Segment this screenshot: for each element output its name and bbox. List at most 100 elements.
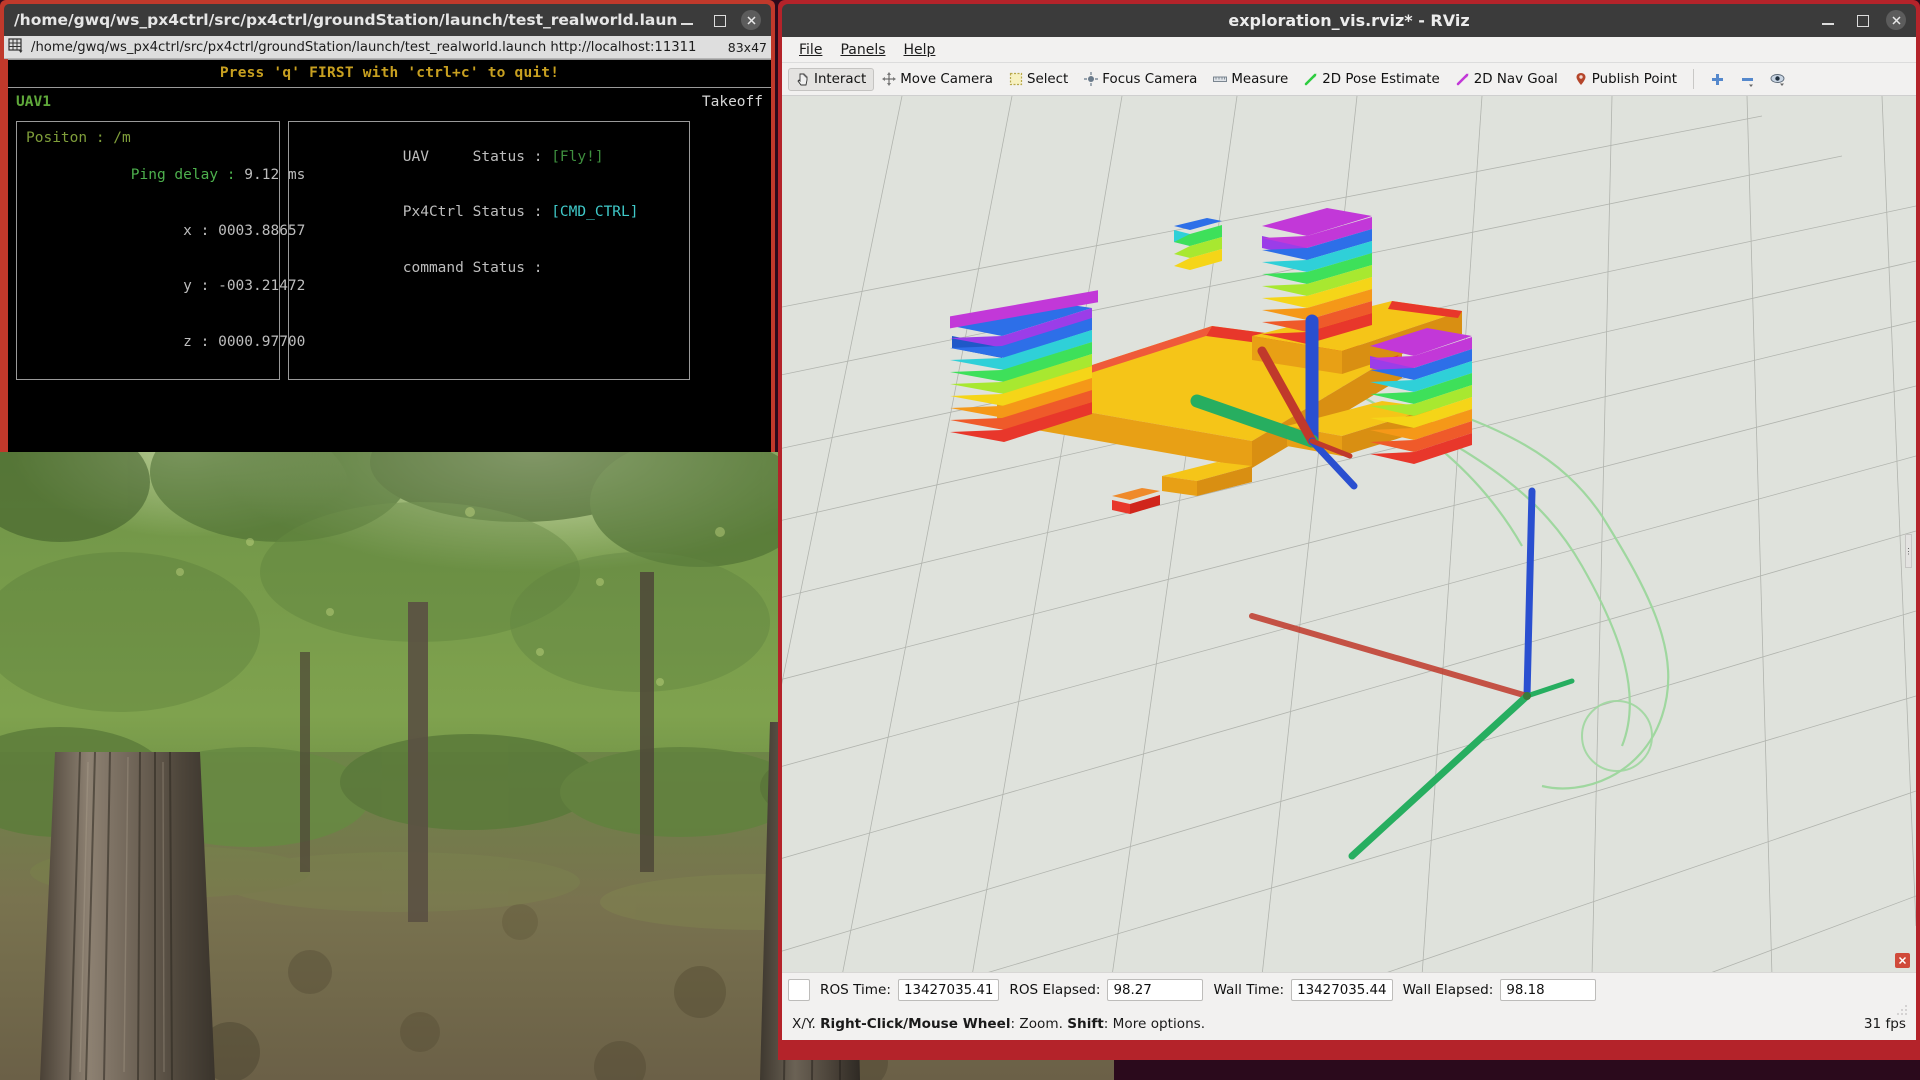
pos-z-label: z : (183, 334, 210, 351)
uav-status-label: UAV Status : (402, 148, 543, 165)
minus-icon (1740, 72, 1754, 87)
rviz-minimize-button[interactable] (1818, 10, 1838, 30)
pos-x-label: x : (183, 222, 210, 239)
position-label: Positon : /m (26, 130, 131, 146)
terminal-tabbar[interactable]: /home/gwq/ws_px4ctrl/src/px4ctrl/groundS… (4, 36, 771, 59)
terminal-body[interactable]: Press 'q' FIRST with 'ctrl+c' to quit! U… (8, 59, 771, 455)
wall-elapsed-field[interactable]: 98.18 (1500, 979, 1597, 1001)
menu-file-label: File (799, 41, 823, 58)
rviz-toolbar: Interact Move Camera Select Focus Camera (782, 63, 1916, 96)
ping-value: 9.12 (244, 167, 280, 184)
px4ctrl-status-label: Px4Ctrl Status : (402, 204, 543, 221)
hint-suffix: : More options. (1103, 1015, 1206, 1032)
status-panel: UAV Status : [Fly!] Px4Ctrl Status : [CM… (288, 121, 690, 381)
plus-icon (1710, 72, 1724, 86)
rviz-titlebar[interactable]: exploration_vis.rviz* - RViz (782, 4, 1916, 37)
pos-y-row: y : -003.21472 (26, 259, 305, 315)
terminal-title: /home/gwq/ws_px4ctrl/src/px4ctrl/groundS… (14, 11, 677, 29)
hint-bold-rightclick: Right-Click/Mouse Wheel (820, 1015, 1011, 1032)
wall-time-field[interactable]: 13427035.44 (1291, 979, 1393, 1001)
rviz-3d-viewport[interactable]: ⋮ (782, 96, 1916, 972)
command-status-label: command Status : (402, 259, 543, 276)
ros-elapsed-field[interactable]: 98.27 (1107, 979, 1204, 1001)
screen-root: /home/gwq/ws_px4ctrl/src/px4ctrl/groundS… (0, 0, 1920, 1080)
pos-y-label: y : (183, 278, 210, 295)
tool-move-camera[interactable]: Move Camera (874, 68, 1001, 91)
tool-select[interactable]: Select (1001, 68, 1076, 91)
terminal-maximize-button[interactable] (709, 10, 729, 30)
terminal-close-button[interactable] (741, 10, 761, 30)
fps-counter: 31 fps (1863, 1015, 1906, 1032)
wall-time-label: Wall Time: (1213, 982, 1285, 998)
tool-focus-camera-label: Focus Camera (1102, 71, 1198, 87)
rviz-time-status-bar: ROS Time: 13427035.41 ROS Elapsed: 98.27… (782, 972, 1916, 1007)
rviz-window: exploration_vis.rviz* - RViz File Panels… (778, 0, 1920, 1060)
hint-bold-shift: Shift (1067, 1015, 1104, 1032)
terminal-banner: Press 'q' FIRST with 'ctrl+c' to quit! (219, 65, 560, 82)
time-panel-left-spacer[interactable] (788, 979, 810, 1001)
eye-icon (1770, 72, 1785, 86)
menu-help[interactable]: Help (895, 40, 945, 60)
ping-label: Ping delay : (130, 167, 236, 184)
pos-x-row: x : 0003.88657 (26, 203, 305, 259)
ros-time-field[interactable]: 13427035.41 (897, 979, 1000, 1001)
tool-publish-point[interactable]: Publish Point (1566, 68, 1685, 91)
select-rect-icon (1009, 72, 1023, 86)
tool-2d-nav-goal[interactable]: 2D Nav Goal (1448, 68, 1566, 91)
toolbar-separator (1693, 69, 1694, 89)
rviz-title: exploration_vis.rviz* - RViz (1228, 11, 1470, 30)
tool-measure-label: Measure (1231, 71, 1289, 87)
position-panel: Positon : /m Ping delay : 9.12 ms x : 00… (16, 121, 306, 381)
terminal-tab-icon (8, 38, 28, 56)
command-status-row: command Status : (298, 240, 680, 296)
pos-z-row: z : 0000.97700 (26, 314, 305, 370)
menu-file[interactable]: File (790, 40, 831, 60)
hint-prefix: X/Y. (792, 1015, 821, 1032)
tool-move-camera-label: Move Camera (900, 71, 993, 87)
terminal-minimize-button[interactable] (677, 10, 697, 30)
rviz-maximize-button[interactable] (1852, 10, 1872, 30)
close-icon (1898, 956, 1907, 965)
tool-publish-point-label: Publish Point (1591, 71, 1677, 87)
terminal-window: /home/gwq/ws_px4ctrl/src/px4ctrl/groundS… (0, 0, 775, 455)
uav-mode-label: Takeoff (701, 93, 763, 110)
wall-elapsed-label: Wall Elapsed: (1402, 982, 1494, 998)
rviz-scene (782, 96, 1916, 972)
terminal-uav-header: UAV1 Takeoff (8, 88, 771, 116)
tool-2d-nav-goal-label: 2D Nav Goal (1473, 71, 1558, 87)
pose-estimate-arrow-icon (1304, 72, 1318, 86)
terminal-titlebar[interactable]: /home/gwq/ws_px4ctrl/src/px4ctrl/groundS… (4, 4, 771, 36)
close-icon (1891, 15, 1901, 25)
tool-measure[interactable]: Measure (1205, 68, 1296, 91)
terminal-tab-label: /home/gwq/ws_px4ctrl/src/px4ctrl/groundS… (31, 39, 697, 55)
tool-2d-pose-estimate[interactable]: 2D Pose Estimate (1296, 68, 1448, 91)
tool-focus-camera[interactable]: Focus Camera (1076, 68, 1205, 91)
move-camera-icon (882, 72, 897, 86)
rviz-menubar: File Panels Help (782, 37, 1916, 63)
viewport-resize-handle[interactable]: ⋮ (1905, 534, 1913, 568)
viewport-close-badge[interactable] (1895, 953, 1910, 968)
remove-tool-button[interactable] (1732, 68, 1762, 90)
tool-interact[interactable]: Interact (788, 67, 875, 91)
menu-panels[interactable]: Panels (831, 40, 894, 60)
publish-point-pin-icon (1574, 72, 1588, 86)
terminal-tab-size: 83x47 (727, 39, 767, 55)
hint-mid: : Zoom. (1010, 1015, 1068, 1032)
hand-cursor-icon (796, 72, 810, 86)
resize-grip-icon[interactable] (1896, 1004, 1908, 1016)
voxel-tower-right (1370, 328, 1472, 464)
close-icon (746, 15, 756, 25)
ros-elapsed-label: ROS Elapsed: (1009, 982, 1101, 998)
uav-status-value: [Fly!] (551, 148, 604, 165)
rviz-close-button[interactable] (1886, 10, 1906, 30)
px4ctrl-status-value: [CMD_CTRL] (551, 204, 639, 221)
mouse-hint-text: X/Y. Right-Click/Mouse Wheel: Zoom. Shif… (792, 1016, 1205, 1032)
uav-status-row: UAV Status : [Fly!] (298, 129, 680, 185)
focus-camera-icon (1084, 72, 1099, 86)
ping-row: Ping delay : 9.12 ms (26, 148, 306, 204)
tool-2d-pose-estimate-label: 2D Pose Estimate (1322, 71, 1440, 87)
nav-goal-arrow-icon (1456, 72, 1470, 86)
menu-panels-label: Panels (840, 41, 886, 58)
tool-properties-button[interactable] (1762, 68, 1792, 90)
add-tool-button[interactable] (1702, 68, 1732, 90)
